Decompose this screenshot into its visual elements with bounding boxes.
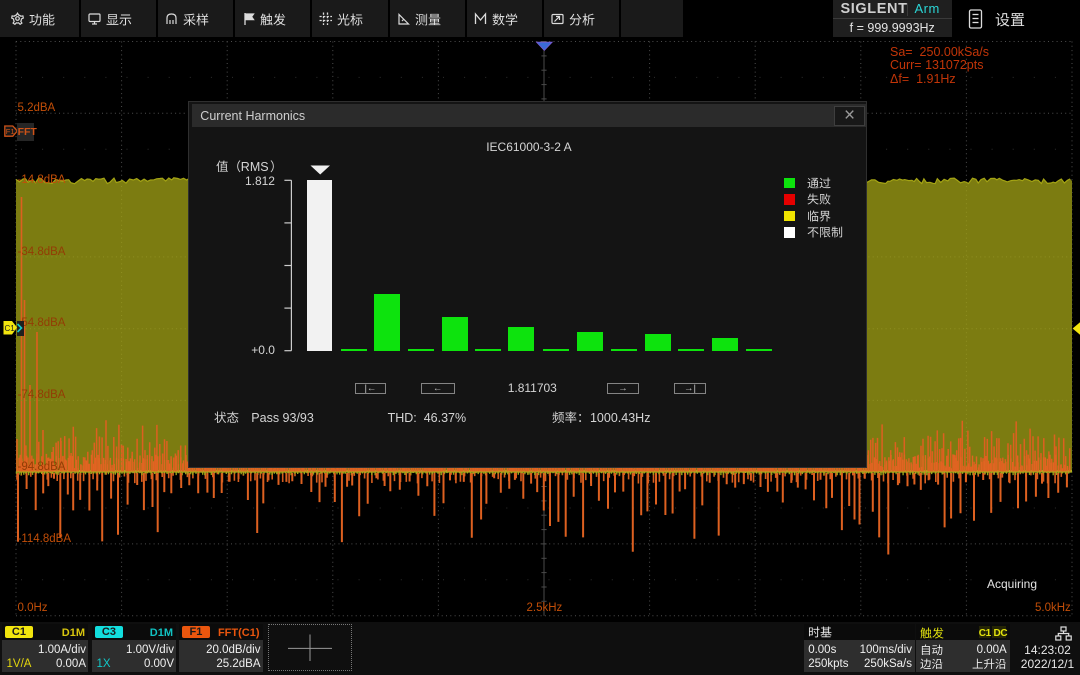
svg-text:C1: C1 bbox=[5, 324, 16, 333]
svg-text:F1: F1 bbox=[5, 127, 14, 136]
